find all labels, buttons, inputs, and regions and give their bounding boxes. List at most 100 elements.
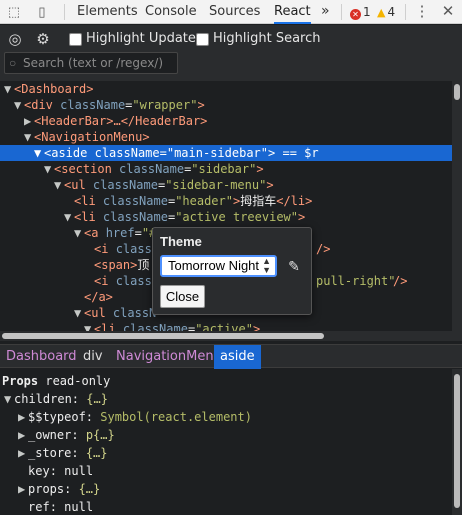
warning-count: 4 bbox=[387, 5, 396, 19]
node-text: 拇指车 bbox=[240, 194, 277, 208]
collapse-arrow-icon[interactable]: ▼ bbox=[4, 81, 14, 97]
prop-row-ref[interactable]: ref: null bbox=[28, 498, 93, 515]
highlight-updates-label: Highlight Updates bbox=[86, 31, 203, 46]
collapse-arrow-icon[interactable]: ▼ bbox=[74, 225, 84, 241]
tree-vertical-scrollbar[interactable] bbox=[452, 81, 462, 341]
collapse-arrow-icon[interactable]: ▼ bbox=[44, 161, 54, 177]
tag-close: > bbox=[266, 178, 274, 192]
tab-console[interactable]: Console bbox=[145, 0, 197, 24]
tree-row[interactable]: ▼ <li className="active treeview"> bbox=[0, 209, 452, 225]
attr-name: className bbox=[94, 146, 160, 160]
theme-popup: Theme Tomorrow Night ▲ ▼ ✎ Close bbox=[152, 227, 312, 315]
select-element-icon[interactable]: ◎ bbox=[7, 32, 23, 48]
prop-key: key bbox=[28, 464, 50, 478]
select-arrows-icon: ▲ ▼ bbox=[262, 256, 271, 275]
attr-value: "sidebar" bbox=[191, 162, 257, 176]
tree-row[interactable]: ▼ <NavigationMenu> bbox=[0, 129, 452, 145]
tab-sources[interactable]: Sources bbox=[209, 0, 260, 24]
tree-row[interactable]: ▼ <section className="sidebar"> bbox=[0, 161, 452, 177]
prop-key: $$typeof bbox=[28, 410, 86, 424]
collapse-arrow-icon[interactable]: ▼ bbox=[4, 390, 14, 408]
tag-name: <li bbox=[74, 194, 96, 208]
prop-row-key[interactable]: key: null bbox=[28, 462, 93, 480]
tree-row[interactable]: <li className="header">拇指车</li> bbox=[0, 193, 452, 209]
warning-icon: ▲ bbox=[377, 6, 386, 19]
tab-react[interactable]: React bbox=[274, 0, 311, 24]
tree-row[interactable]: ▼ <Dashboard> bbox=[0, 81, 452, 97]
expand-arrow-icon[interactable]: ▶ bbox=[18, 480, 28, 498]
tag-self-close: /> bbox=[393, 274, 408, 288]
collapse-arrow-icon[interactable]: ▼ bbox=[74, 305, 84, 321]
collapse-arrow-icon[interactable]: ▼ bbox=[34, 145, 44, 161]
expand-arrow-icon[interactable]: ▶ bbox=[18, 408, 28, 426]
theme-popup-title: Theme bbox=[160, 234, 202, 249]
device-toggle-icon[interactable]: ▯ bbox=[34, 4, 50, 20]
inspect-element-icon[interactable]: ⬚ bbox=[6, 4, 22, 20]
prop-value: {…} bbox=[86, 392, 108, 406]
kebab-menu-icon[interactable]: ⋮ bbox=[414, 4, 430, 20]
tag-close: > bbox=[298, 210, 306, 224]
highlight-search-checkbox[interactable] bbox=[196, 33, 209, 46]
more-tabs-button[interactable]: » bbox=[321, 0, 330, 24]
warning-count-badge[interactable]: ▲ 4 bbox=[377, 5, 395, 19]
attr-value: "wrapper" bbox=[132, 98, 198, 112]
settings-gear-icon[interactable]: ⚙ bbox=[35, 32, 51, 48]
theme-select[interactable]: Tomorrow Night ▲ ▼ bbox=[160, 255, 277, 277]
edit-theme-pencil-icon[interactable]: ✎ bbox=[286, 258, 302, 274]
prop-row-typeof[interactable]: ▶ $$typeof: Symbol(react.element) bbox=[18, 408, 252, 426]
theme-select-value: Tomorrow Night bbox=[168, 258, 260, 273]
prop-key: _owner bbox=[28, 428, 72, 442]
component-search[interactable]: ○ bbox=[4, 52, 178, 74]
collapse-arrow-icon[interactable]: ▼ bbox=[64, 209, 74, 225]
expand-arrow-icon[interactable]: ▶ bbox=[18, 444, 28, 462]
close-devtools-icon[interactable]: ✕ bbox=[440, 4, 456, 20]
props-header: Props read-only bbox=[2, 372, 110, 390]
tag-name: <li bbox=[74, 210, 96, 224]
tag-name: <span> bbox=[94, 258, 138, 272]
close-button[interactable]: Close bbox=[160, 285, 205, 308]
prop-key: children bbox=[14, 392, 72, 406]
prop-value: null bbox=[64, 464, 94, 478]
prop-row-props[interactable]: ▶ props: {…} bbox=[18, 480, 100, 498]
tree-row[interactable]: ▼ <div className="wrapper"> bbox=[0, 97, 452, 113]
breadcrumb-item-div[interactable]: div bbox=[77, 345, 109, 369]
collapse-arrow-icon[interactable]: ▼ bbox=[24, 129, 34, 145]
tag-name: <section bbox=[54, 162, 112, 176]
devtools-tab-bar: ⬚ ▯ Elements Console Sources React » ✕ 1 … bbox=[0, 0, 462, 24]
breadcrumb-item-aside[interactable]: aside bbox=[214, 345, 261, 369]
props-vertical-scroll-thumb[interactable] bbox=[454, 374, 460, 508]
attr-name: className bbox=[92, 178, 158, 192]
prop-value: null bbox=[64, 500, 94, 514]
prop-row-owner[interactable]: ▶ _owner: p{…} bbox=[18, 426, 115, 444]
error-count: 1 bbox=[363, 5, 371, 19]
breadcrumb: Dashboard div NavigationMenu aside bbox=[0, 344, 462, 369]
breadcrumb-item-dashboard[interactable]: Dashboard bbox=[0, 345, 83, 369]
selected-ref-marker: == $r bbox=[275, 146, 319, 160]
props-panel: Props read-only ▼ children: {…} ▶ $$typeof… bbox=[0, 369, 452, 515]
search-input[interactable] bbox=[23, 54, 173, 72]
tree-vertical-scroll-thumb[interactable] bbox=[454, 84, 460, 100]
prop-row-children[interactable]: ▼ children: {…} bbox=[4, 390, 108, 408]
tab-elements[interactable]: Elements bbox=[77, 0, 138, 24]
expand-arrow-icon[interactable]: ▶ bbox=[24, 113, 34, 129]
prop-value: {…} bbox=[78, 482, 101, 496]
tag-name: <a bbox=[84, 226, 99, 240]
attr-name: classN bbox=[112, 306, 157, 320]
attr-value: "header" bbox=[175, 194, 233, 208]
tree-row-selected[interactable]: ▼ <aside className="main-sidebar"> == $r bbox=[0, 145, 452, 161]
attr-name: className bbox=[60, 98, 126, 112]
highlight-search-label: Highlight Search bbox=[213, 31, 321, 46]
tree-horizontal-scroll-thumb[interactable] bbox=[2, 333, 324, 339]
prop-row-store[interactable]: ▶ _store: {…} bbox=[18, 444, 108, 462]
highlight-updates-checkbox[interactable] bbox=[69, 33, 82, 46]
attr-value: "active treeview" bbox=[175, 210, 299, 224]
tree-row[interactable]: ▼ <ul className="sidebar-menu"> bbox=[0, 177, 452, 193]
collapse-arrow-icon[interactable]: ▼ bbox=[54, 177, 64, 193]
prop-value: {…} bbox=[85, 446, 108, 460]
tree-row[interactable]: ▶ <HeaderBar>…</HeaderBar> bbox=[0, 113, 452, 129]
expand-arrow-icon[interactable]: ▶ bbox=[18, 426, 28, 444]
tag-close: > bbox=[256, 162, 264, 176]
breadcrumb-item-navigationmenu[interactable]: NavigationMenu bbox=[110, 345, 228, 369]
error-count-badge[interactable]: ✕ 1 bbox=[350, 5, 371, 20]
collapse-arrow-icon[interactable]: ▼ bbox=[14, 97, 24, 113]
